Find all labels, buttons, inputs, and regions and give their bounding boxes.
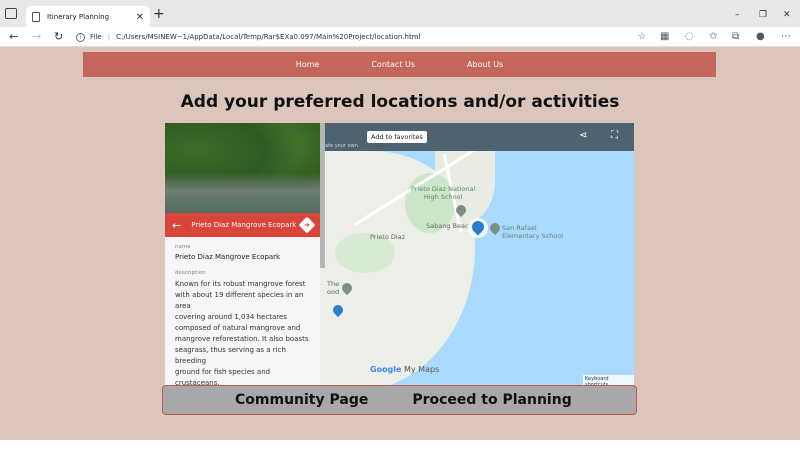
- profile-icon[interactable]: ●: [756, 31, 765, 42]
- new-tab-icon[interactable]: +: [153, 7, 165, 21]
- back-icon[interactable]: ←: [9, 30, 18, 43]
- info-icon[interactable]: i: [76, 32, 85, 42]
- close-window-icon[interactable]: ✕: [783, 10, 791, 20]
- menu-icon[interactable]: ⋯: [781, 31, 791, 42]
- page-viewport: Home Contact Us About Us Add your prefer…: [0, 47, 800, 440]
- description-label: description: [175, 270, 206, 276]
- place-panel: ← Prieto Diaz Mangrove Ecopark ➜ name Pr…: [165, 123, 325, 385]
- bottom-strip: [0, 440, 800, 450]
- place-title: Prieto Diaz Mangrove Ecopark: [191, 221, 297, 229]
- name-value: Prieto Diaz Mangrove Ecopark: [175, 253, 281, 261]
- url-text[interactable]: C:/Users/MSINEW~1/AppData/Local/Temp/Rar…: [116, 33, 420, 41]
- map-toolbar: ate your own. Add to favorites ⋖ ⛶: [325, 123, 634, 151]
- share-icon[interactable]: ⋖: [579, 130, 587, 141]
- page-title: Add your preferred locations and/or acti…: [180, 92, 620, 112]
- favorites-icon[interactable]: ✩: [709, 31, 717, 42]
- tab-close-icon[interactable]: ✕: [136, 12, 144, 23]
- tab-actions-icon[interactable]: [5, 8, 17, 19]
- site-navigation: Home Contact Us About Us: [83, 52, 716, 77]
- address-bar[interactable]: i File | C:/Users/MSINEW~1/AppData/Local…: [76, 29, 656, 45]
- sync-icon[interactable]: ◌: [685, 31, 694, 42]
- google-logo: Google My Maps: [370, 365, 440, 374]
- restore-icon[interactable]: ❐: [759, 10, 767, 20]
- map-label-food: The ood: [327, 280, 340, 296]
- map-label-san-rafael: San Rafael Elementary School: [502, 224, 564, 240]
- favorite-star-icon[interactable]: ☆: [638, 32, 646, 42]
- embedded-map[interactable]: ate your own. Add to favorites ⋖ ⛶ Priet…: [325, 123, 634, 385]
- school-pin-icon[interactable]: [487, 220, 503, 236]
- place-header: ← Prieto Diaz Mangrove Ecopark ➜: [165, 213, 320, 237]
- address-toolbar: ← → ↻ i File | C:/Users/MSINEW~1/AppData…: [0, 27, 800, 47]
- directions-icon[interactable]: ➜: [298, 216, 316, 234]
- forward-icon[interactable]: →: [32, 30, 41, 43]
- refresh-icon[interactable]: ↻: [54, 30, 63, 43]
- panel-back-icon[interactable]: ←: [172, 219, 181, 232]
- community-page-button[interactable]: Community Page: [235, 392, 368, 408]
- address-separator: |: [107, 33, 111, 41]
- collections-icon[interactable]: ⧉: [732, 31, 739, 42]
- action-bar: Community Page Proceed to Planning: [162, 385, 637, 415]
- map-subtext: ate your own.: [325, 143, 360, 149]
- name-label: name: [175, 244, 191, 250]
- title-bar: Itinerary Planning ✕ + – ❐ ✕: [0, 0, 800, 28]
- nav-home-link[interactable]: Home: [296, 60, 320, 69]
- browser-window: Itinerary Planning ✕ + – ❐ ✕ ← → ↻ i Fil…: [0, 0, 800, 450]
- proceed-to-planning-button[interactable]: Proceed to Planning: [412, 392, 571, 408]
- extensions-icon[interactable]: ▦: [660, 31, 669, 42]
- map-label-national-school: Prieto Diaz National High School: [411, 185, 476, 201]
- place-details: name Prieto Diaz Mangrove Ecopark descri…: [165, 237, 320, 385]
- keyboard-shortcuts-link[interactable]: Keyboard shortcuts: [583, 375, 634, 385]
- map-label-beach: Sabang Beach: [426, 222, 473, 230]
- browser-tab[interactable]: Itinerary Planning ✕: [26, 6, 150, 28]
- minimize-icon[interactable]: –: [735, 10, 740, 20]
- place-photo: [165, 123, 320, 213]
- add-to-favorites-button[interactable]: Add to favorites: [367, 131, 427, 143]
- nav-contact-link[interactable]: Contact Us: [371, 60, 415, 69]
- address-prefix: File: [90, 33, 102, 41]
- map-label-town: Prieto Diaz: [370, 233, 406, 241]
- description-text: Known for its robust mangrove forest wit…: [175, 280, 309, 385]
- page-icon: [32, 12, 40, 22]
- tab-title: Itinerary Planning: [47, 13, 110, 21]
- nav-about-link[interactable]: About Us: [467, 60, 503, 69]
- fullscreen-icon[interactable]: ⛶: [611, 130, 618, 141]
